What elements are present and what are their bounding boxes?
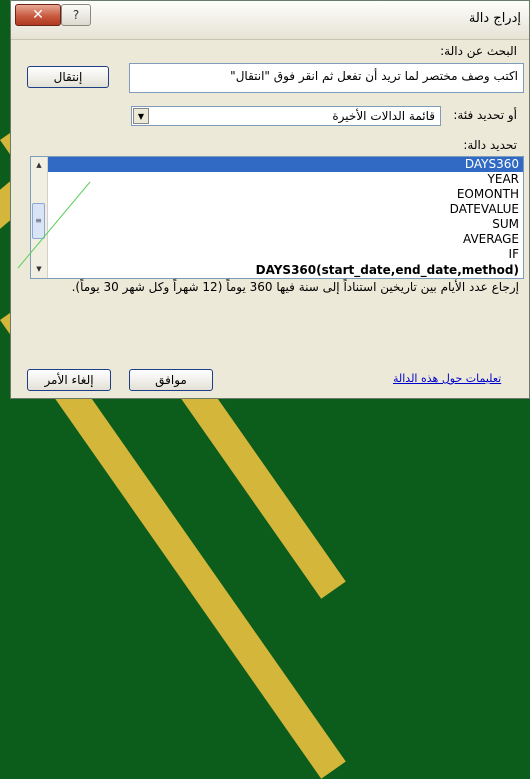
list-item[interactable]: EOMONTH: [48, 187, 523, 202]
insert-function-dialog: ✕ ? إدراج دالة البحث عن دالة: اكتب وصف م…: [10, 0, 530, 399]
close-icon: ✕: [32, 7, 44, 23]
category-value: قائمة الدالات الأخيرة: [332, 109, 435, 123]
dialog-title: إدراج دالة: [468, 11, 521, 26]
list-item[interactable]: YEAR: [48, 172, 523, 187]
function-items: DAYS360 YEAR EOMONTH DATEVALUE SUM AVERA…: [48, 157, 523, 262]
help-button[interactable]: ?: [61, 4, 91, 26]
scroll-thumb[interactable]: ≡: [32, 203, 45, 239]
cancel-button[interactable]: إلغاء الأمر: [27, 369, 111, 391]
list-item[interactable]: AVERAGE: [48, 232, 523, 247]
select-function-label: تحديد دالة:: [463, 138, 517, 152]
list-item[interactable]: DATEVALUE: [48, 202, 523, 217]
title-bar: ✕ ? إدراج دالة: [11, 1, 529, 40]
function-list[interactable]: ▲ ≡ ▼ DAYS360 YEAR EOMONTH DATEVALUE SUM…: [30, 156, 524, 279]
go-button[interactable]: إنتقال: [27, 66, 109, 88]
scroll-grip-icon: ≡: [35, 216, 42, 225]
help-icon: ?: [72, 8, 80, 22]
list-item[interactable]: SUM: [48, 217, 523, 232]
list-item[interactable]: IF: [48, 247, 523, 262]
category-select[interactable]: قائمة الدالات الأخيرة ▼: [131, 106, 441, 126]
search-label: البحث عن دالة:: [440, 44, 517, 58]
arrow-down-icon[interactable]: ▼: [32, 262, 46, 276]
list-item[interactable]: DAYS360: [48, 157, 523, 172]
chevron-down-icon[interactable]: ▼: [133, 108, 149, 124]
arrow-up-icon[interactable]: ▲: [32, 158, 46, 172]
ok-button[interactable]: موافق: [129, 369, 213, 391]
search-input[interactable]: اكتب وصف مختصر لما تريد أن تفعل ثم انقر …: [129, 63, 524, 93]
close-button[interactable]: ✕: [15, 4, 61, 26]
function-help-link[interactable]: تعليمات حول هذه الدالة: [393, 372, 501, 385]
category-label: أو تحديد فئة:: [453, 108, 517, 122]
function-syntax: DAYS360(start_date,end_date,method): [255, 263, 519, 277]
list-scrollbar[interactable]: ▲ ≡ ▼: [31, 157, 48, 278]
function-description: إرجاع عدد الأيام بين تاريخين استناداً إل…: [71, 280, 519, 294]
